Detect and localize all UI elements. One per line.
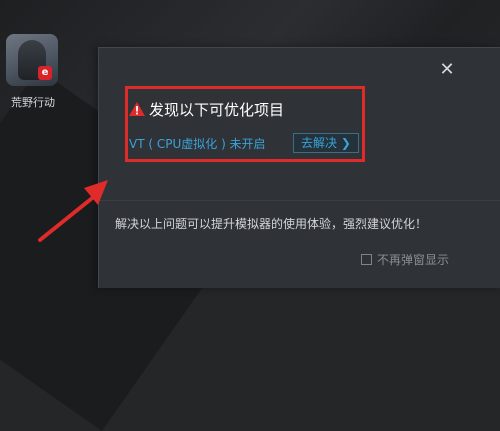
netease-logo-icon: e <box>38 66 52 80</box>
app-label[interactable]: 荒野行动 <box>4 94 62 110</box>
info-text: 解决以上问题可以提升模拟器的使用体验，强烈建议优化！ <box>115 217 428 231</box>
app-icon-wilderness-action[interactable]: e <box>6 34 58 86</box>
warning-title: 发现以下可优化项目 <box>149 101 285 119</box>
optimization-dialog: ✕ 发现以下可优化项目 VT ( CPU虚拟化 ) 未开启 去解决 ❯ 解决以上… <box>98 47 500 288</box>
fix-button-label: 去解决 <box>301 136 338 150</box>
no-more-popup-checkbox[interactable]: 不再弹窗显示 <box>361 251 449 268</box>
close-icon: ✕ <box>439 59 455 80</box>
close-button[interactable]: ✕ <box>437 60 457 80</box>
checkbox-box[interactable] <box>361 254 372 265</box>
divider <box>99 200 500 201</box>
warning-icon <box>129 102 145 116</box>
no-more-popup-label: 不再弹窗显示 <box>377 253 450 267</box>
chevron-right-icon: ❯ <box>340 136 351 150</box>
vt-status-text: VT ( CPU虚拟化 ) 未开启 <box>129 137 266 151</box>
fix-button[interactable]: 去解决 ❯ <box>293 133 359 153</box>
